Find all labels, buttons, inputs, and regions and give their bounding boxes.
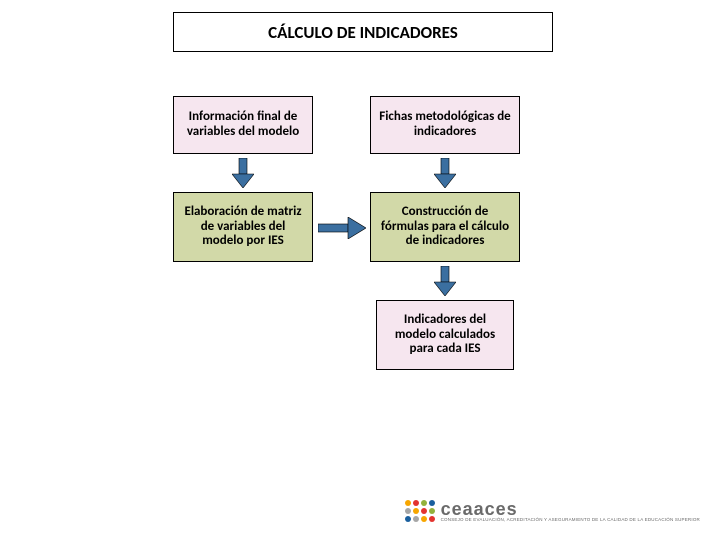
node-info-final: Información final de variables del model… [173, 96, 313, 154]
node-indicadores: Indicadores del modelo calculados para c… [376, 300, 514, 370]
arrow-down-icon [434, 158, 456, 193]
logo-name: ceaaces [441, 500, 700, 518]
node-construccion: Construcción de fórmulas para el cálculo… [370, 192, 520, 262]
logo-subtitle: CONSEJO DE EVALUACIÓN, ACREDITACIÓN Y AS… [441, 518, 700, 523]
logo-dots-icon [405, 500, 435, 522]
footer-logo: ceaaces CONSEJO DE EVALUACIÓN, ACREDITAC… [405, 500, 700, 523]
node-elaboracion: Elaboración de matriz de variables del m… [173, 192, 313, 262]
arrow-down-icon [434, 266, 456, 301]
node-fichas: Fichas metodológicas de indicadores [370, 96, 520, 154]
arrow-down-icon [232, 158, 254, 193]
arrow-right-icon [318, 217, 366, 244]
diagram-title: CÁLCULO DE INDICADORES [173, 12, 553, 52]
